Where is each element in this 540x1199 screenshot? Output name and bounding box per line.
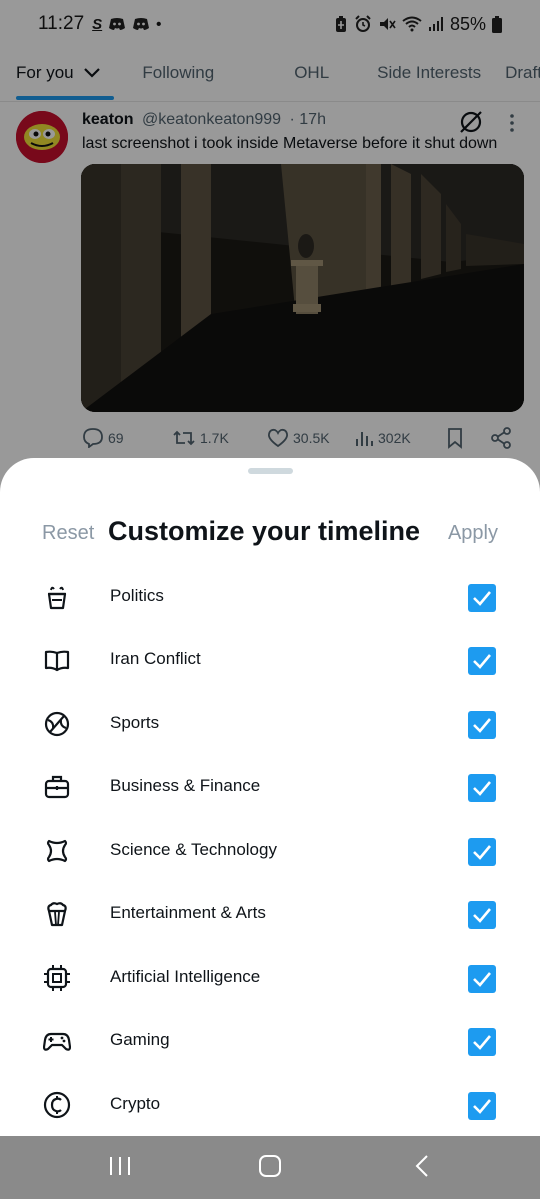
checkmark-icon: [473, 1035, 491, 1050]
topic-row-entertainment-arts[interactable]: Entertainment & Arts: [0, 881, 540, 944]
topic-checkbox[interactable]: [468, 965, 496, 993]
topic-checkbox[interactable]: [468, 584, 496, 612]
topic-checkbox[interactable]: [468, 774, 496, 802]
reset-button[interactable]: Reset: [42, 522, 94, 545]
checkmark-icon: [473, 972, 491, 987]
system-navigation-bar: [0, 1136, 540, 1199]
checkmark-icon: [473, 591, 491, 606]
topic-checkbox[interactable]: [468, 1028, 496, 1056]
sheet-title: Customize your timeline: [108, 516, 421, 546]
topic-label: Crypto: [110, 1094, 161, 1113]
checkmark-icon: [473, 845, 491, 860]
topic-checkbox[interactable]: [468, 647, 496, 675]
topic-label: Politics: [110, 586, 164, 605]
topic-row-crypto[interactable]: Crypto: [0, 1072, 540, 1135]
apply-button[interactable]: Apply: [448, 522, 498, 545]
topic-row-business-finance[interactable]: Business & Finance: [0, 754, 540, 817]
topic-label: Gaming: [110, 1030, 170, 1049]
sheet-header: Reset Customize your timeline Apply: [0, 514, 540, 554]
topic-checkbox[interactable]: [468, 838, 496, 866]
topic-row-artificial-intelligence[interactable]: Artificial Intelligence: [0, 945, 540, 1008]
topic-row-science-technology[interactable]: Science & Technology: [0, 818, 540, 881]
topic-label: Artificial Intelligence: [110, 967, 261, 986]
ball-icon: [43, 710, 71, 738]
back-icon[interactable]: [412, 1154, 432, 1178]
topic-checkbox[interactable]: [468, 1092, 496, 1120]
topic-label: Sports: [110, 713, 160, 732]
drag-handle[interactable]: [248, 468, 293, 474]
popcorn-icon: [43, 900, 71, 928]
topic-row-sports[interactable]: Sports: [0, 691, 540, 754]
book-icon: [43, 646, 71, 674]
topic-label: Entertainment & Arts: [110, 903, 266, 922]
topic-checkbox[interactable]: [468, 901, 496, 929]
checkmark-icon: [473, 1099, 491, 1114]
topic-label: Iran Conflict: [110, 649, 201, 668]
topic-row-politics[interactable]: Politics: [0, 564, 540, 627]
atom-icon: [43, 837, 71, 865]
briefcase-icon: [43, 773, 71, 801]
topic-label: Science & Technology: [110, 840, 277, 859]
checkmark-icon: [473, 908, 491, 923]
customize-timeline-sheet: Reset Customize your timeline Apply Poli…: [0, 458, 540, 1136]
home-icon[interactable]: [258, 1154, 282, 1178]
topic-row-gaming[interactable]: Gaming: [0, 1008, 540, 1071]
podium-icon: [43, 583, 71, 611]
topic-label: Business & Finance: [110, 776, 261, 795]
chip-icon: [43, 964, 71, 992]
checkmark-icon: [473, 718, 491, 733]
checkmark-icon: [473, 781, 491, 796]
topic-row-iran-conflict[interactable]: Iran Conflict: [0, 627, 540, 690]
topic-checkbox[interactable]: [468, 711, 496, 739]
coin-icon: [43, 1091, 71, 1119]
checkmark-icon: [473, 654, 491, 669]
recent-apps-icon[interactable]: [108, 1154, 132, 1178]
gamepad-icon: [43, 1027, 71, 1055]
